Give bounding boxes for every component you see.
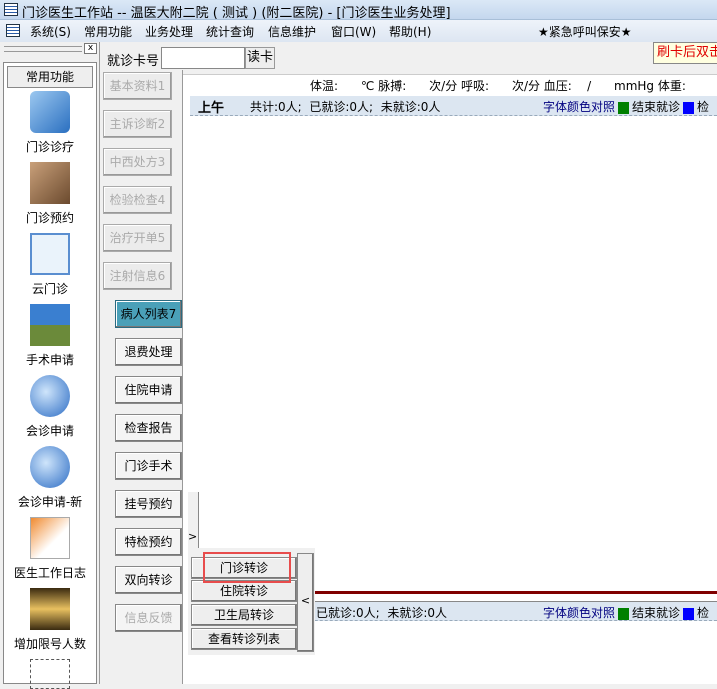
shortcut-clinic[interactable]: 门诊诊疗 xyxy=(4,91,96,162)
shortcut-worklog[interactable]: 医生工作日志 xyxy=(4,517,96,588)
shortcut-consult[interactable]: 会诊申请 xyxy=(4,375,96,446)
card-label: 就诊卡号 xyxy=(107,54,160,69)
health-bureau-referral-button[interactable]: 卫生局转诊 xyxy=(191,604,297,626)
referral-button[interactable]: 双向转诊 xyxy=(115,566,182,594)
feedback-button[interactable]: 信息反馈 xyxy=(115,604,182,632)
shortcut-consult-new[interactable]: 会诊申请-新 xyxy=(4,446,96,517)
tab-lab[interactable]: 检验检查4 xyxy=(103,186,172,214)
afternoon-stats: 已就诊:0人; 未就诊:0人 xyxy=(316,606,448,620)
expand-tab[interactable]: > xyxy=(188,492,199,550)
registration-appt-button[interactable]: 挂号预约 xyxy=(115,490,182,518)
read-card-button[interactable]: 读卡 xyxy=(245,47,275,69)
check-label: 检 xyxy=(697,606,710,620)
add-quota-icon xyxy=(30,588,70,630)
tab-diagnosis[interactable]: 主诉诊断2 xyxy=(103,110,172,138)
outpatient-surgery-button[interactable]: 门诊手术 xyxy=(115,452,182,480)
shortcut-cloud-clinic[interactable]: 云门诊 xyxy=(4,233,96,304)
tab-injection[interactable]: 注射信息6 xyxy=(103,262,172,290)
done-label: 结束就诊 xyxy=(632,100,681,114)
vitals-row: 体温: ℃ 脉搏: 次/分 呼吸: 次/分 血压: / mmHg 体重: xyxy=(310,79,686,93)
worklog-icon xyxy=(30,517,70,559)
highlight-box xyxy=(203,552,291,583)
legend-label: 字体颜色对照 xyxy=(543,100,616,114)
appointment-icon xyxy=(30,162,70,204)
left-panel: x 常用功能 门诊诊疗 门诊预约 云门诊 手术申请 会诊申请 会诊申请-新 医生… xyxy=(0,42,100,689)
menu-bar: 系统(S) 常用功能 业务处理 统计查询 信息维护 窗口(W) 帮助(H) ★紧… xyxy=(0,20,717,42)
next-shortcut-icon[interactable] xyxy=(30,659,70,689)
exam-report-button[interactable]: 检查报告 xyxy=(115,414,182,442)
shortcut-list: 常用功能 门诊诊疗 门诊预约 云门诊 手术申请 会诊申请 会诊申请-新 医生工作… xyxy=(3,62,97,689)
app-icon xyxy=(4,3,18,16)
menu-info[interactable]: 信息维护 xyxy=(268,23,316,40)
shortcut-surgery[interactable]: 手术申请 xyxy=(4,304,96,375)
menu-help[interactable]: 帮助(H) xyxy=(389,23,431,40)
refund-button[interactable]: 退费处理 xyxy=(115,338,182,366)
shortcut-appointment[interactable]: 门诊预约 xyxy=(4,162,96,233)
check-label: 检 xyxy=(697,100,710,114)
menu-stats[interactable]: 统计查询 xyxy=(206,23,254,40)
panel-grip[interactable] xyxy=(4,46,82,52)
menu-app-icon[interactable] xyxy=(6,24,20,37)
inpatient-apply-button[interactable]: 住院申请 xyxy=(115,376,182,404)
done-label: 结束就诊 xyxy=(632,606,681,620)
title-bar: 门诊医生工作站 -- 温医大附二院 ( 测试 ) (附二医院) - [门诊医生业… xyxy=(0,0,717,21)
morning-stats: 共计:0人; 已就诊:0人; 未就诊:0人 xyxy=(250,100,441,114)
tab-treatment[interactable]: 治疗开单5 xyxy=(103,224,172,252)
card-hint: 刷卡后双击 xyxy=(653,42,717,64)
cloud-clinic-icon xyxy=(30,233,70,275)
patient-list-button[interactable]: 病人列表7 xyxy=(115,300,182,328)
surgery-icon xyxy=(30,304,70,346)
morning-header: 上午 共计:0人; 已就诊:0人; 未就诊:0人 字体颜色对照 结束就诊 检 xyxy=(190,96,717,116)
consult-icon xyxy=(30,375,70,417)
window-title: 门诊医生工作站 -- 温医大附二院 ( 测试 ) (附二医院) - [门诊医生业… xyxy=(22,6,451,21)
inpatient-referral-button[interactable]: 住院转诊 xyxy=(191,580,297,602)
legend-label: 字体颜色对照 xyxy=(543,606,616,620)
done-swatch xyxy=(618,607,630,620)
morning-label: 上午 xyxy=(198,101,225,116)
view-referral-list-button[interactable]: 查看转诊列表 xyxy=(191,628,297,650)
done-swatch xyxy=(618,101,630,114)
check-swatch xyxy=(683,101,695,114)
tab-basic-info[interactable]: 基本资料1 xyxy=(103,72,172,100)
collapse-tab[interactable]: < xyxy=(297,553,314,652)
check-swatch xyxy=(683,607,695,620)
tab-prescription[interactable]: 中西处方3 xyxy=(103,148,172,176)
emergency-alert[interactable]: ★紧急呼叫保安★ xyxy=(538,23,632,40)
menu-window[interactable]: 窗口(W) xyxy=(331,23,376,40)
menu-common[interactable]: 常用功能 xyxy=(84,23,132,40)
color-legend-2: 字体颜色对照 结束就诊 检 xyxy=(543,604,709,621)
shortcut-header: 常用功能 xyxy=(7,66,93,88)
menu-system[interactable]: 系统(S) xyxy=(30,23,71,40)
clinic-icon xyxy=(30,91,70,133)
close-icon[interactable]: x xyxy=(84,43,97,54)
color-legend: 字体颜色对照 结束就诊 检 xyxy=(543,98,709,115)
consult-new-icon xyxy=(30,446,70,488)
card-number-input[interactable] xyxy=(161,47,245,69)
menu-business[interactable]: 业务处理 xyxy=(145,23,193,40)
special-exam-button[interactable]: 特检预约 xyxy=(115,528,182,556)
shortcut-add-quota[interactable]: 增加限号人数 xyxy=(4,588,96,659)
